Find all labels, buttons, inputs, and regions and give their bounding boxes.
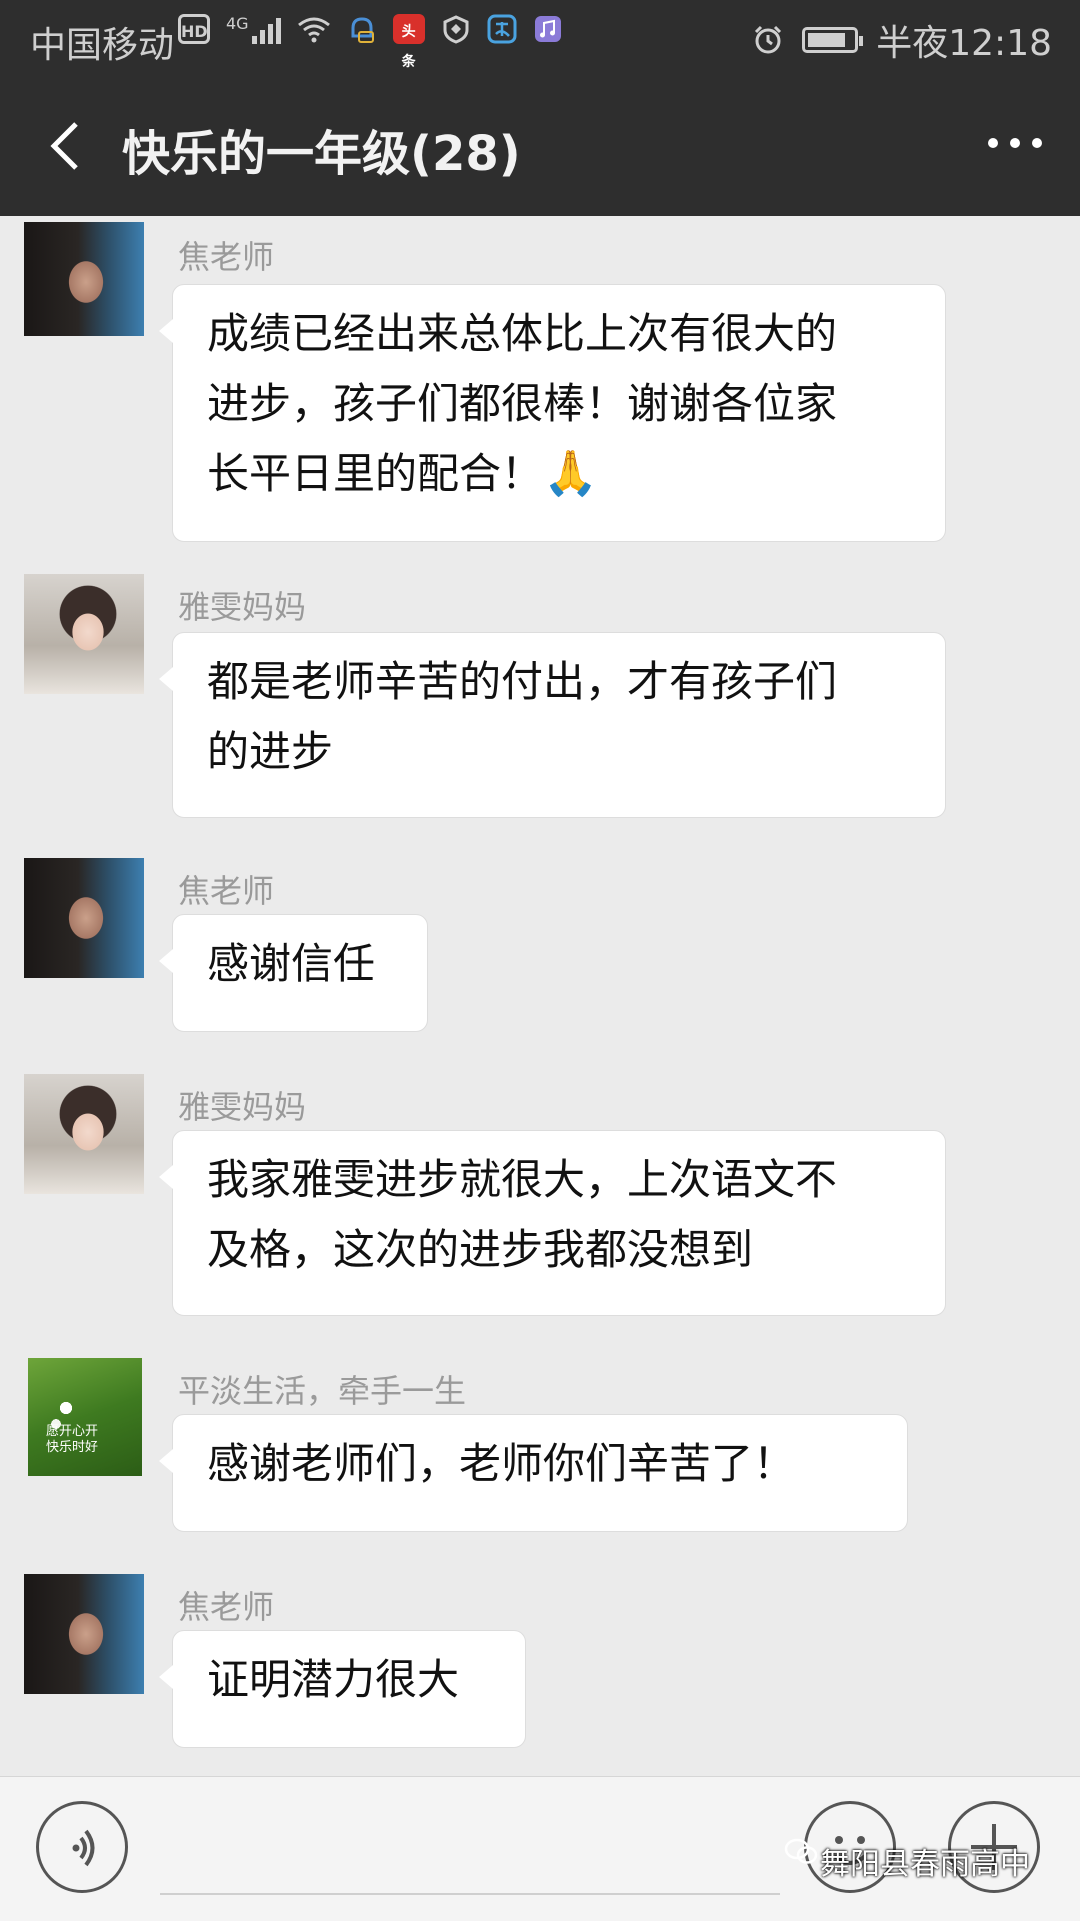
- chat-header: 快乐的一年级(28): [0, 74, 1080, 216]
- alipay-icon: [487, 14, 517, 44]
- battery-icon: [802, 27, 864, 53]
- voice-button[interactable]: [36, 1801, 128, 1893]
- avatar[interactable]: 愿开心开 快乐时好: [28, 1358, 142, 1476]
- wifi-icon: [297, 17, 330, 43]
- avatar[interactable]: [24, 1074, 144, 1194]
- message-text: 成绩已经出来总体比上次有很大的 进步，孩子们都很棒！谢谢各位家 长平日里的配合！: [207, 309, 838, 498]
- clock: 半夜12:18: [876, 23, 1052, 64]
- message-bubble[interactable]: 感谢老师们，老师你们辛苦了！: [159, 1414, 908, 1532]
- voice-icon: [72, 1829, 95, 1867]
- network-type: 4G: [226, 14, 249, 33]
- watermark-text: 舞阳县春雨高中: [820, 1847, 1030, 1882]
- chat-title: 快乐的一年级(28): [122, 126, 521, 182]
- message-text: 感谢信任: [207, 939, 376, 988]
- status-icons: HD 4G 头条: [178, 14, 563, 70]
- sender-name: 雅雯妈妈: [178, 588, 307, 626]
- message-bubble[interactable]: 证明潜力很大: [159, 1630, 526, 1748]
- signal-icon: 4G: [226, 14, 281, 44]
- avatar[interactable]: [24, 222, 144, 336]
- avatar[interactable]: [24, 574, 144, 694]
- sender-name: 平淡生活，牵手一生: [178, 1372, 467, 1410]
- sender-name: 焦老师: [178, 1588, 275, 1626]
- avatar[interactable]: [24, 1574, 144, 1694]
- shield-icon: [443, 15, 469, 44]
- notification-icon: [351, 17, 374, 43]
- message-bubble[interactable]: 我家雅雯进步就很大，上次语文不 及格，这次的进步我都没想到: [159, 1130, 946, 1316]
- message-text: 都是老师辛苦的付出，才有孩子们 的进步: [207, 657, 838, 776]
- alarm-icon: [755, 25, 782, 54]
- avatar[interactable]: [24, 858, 144, 978]
- carrier-label: 中国移动: [30, 25, 175, 66]
- wechat-logo-icon: [784, 1838, 818, 1864]
- avatar-caption: 愿开心开 快乐时好: [46, 1424, 99, 1455]
- input-bar: 舞阳县春雨高中: [0, 1776, 1080, 1921]
- status-right: 半夜12:18: [752, 14, 1052, 66]
- toutiao-icon: 头条: [392, 14, 425, 70]
- message-list: 焦老师 成绩已经出来总体比上次有很大的 进步，孩子们都很棒！谢谢各位家 长平日里…: [0, 216, 1080, 1776]
- message-bubble[interactable]: 成绩已经出来总体比上次有很大的 进步，孩子们都很棒！谢谢各位家 长平日里的配合！…: [159, 284, 946, 542]
- message-bubble[interactable]: 都是老师辛苦的付出，才有孩子们 的进步: [159, 632, 946, 818]
- back-chevron-icon[interactable]: [42, 118, 94, 174]
- message-text: 证明潜力很大: [207, 1655, 460, 1704]
- hd-icon: HD: [178, 14, 210, 44]
- sender-name: 雅雯妈妈: [178, 1088, 307, 1126]
- message-bubble[interactable]: 感谢信任: [159, 914, 428, 1032]
- message-text: 我家雅雯进步就很大，上次语文不 及格，这次的进步我都没想到: [207, 1155, 838, 1274]
- pray-emoji: 🙏: [543, 448, 598, 499]
- sender-name: 焦老师: [178, 238, 275, 276]
- message-input[interactable]: [160, 1893, 780, 1895]
- sender-name: 焦老师: [178, 872, 275, 910]
- status-bar: 中国移动 HD 4G 头条 半夜12:18: [0, 0, 1080, 74]
- music-icon: [534, 16, 561, 42]
- more-dots-icon[interactable]: [988, 138, 1042, 148]
- message-text: 感谢老师们，老师你们辛苦了！: [207, 1439, 796, 1488]
- battery-fill: [808, 33, 846, 47]
